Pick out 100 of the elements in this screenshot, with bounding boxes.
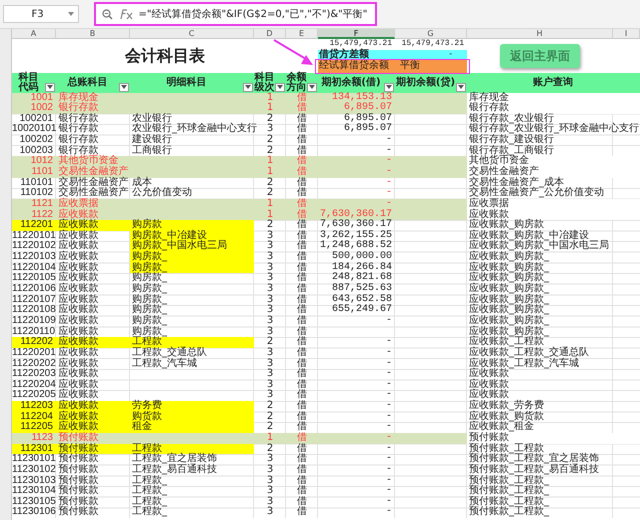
table-cell-text: 2	[266, 412, 274, 422]
table-cell: 11220109	[12, 316, 56, 327]
table-cell-text: 11220107	[12, 294, 56, 305]
table-cell-text: 7,630,360.17	[318, 210, 393, 220]
table-cell-text: 2	[266, 114, 274, 124]
table-cell: 应收票据	[467, 198, 640, 210]
table-cell-text: 购房款_	[131, 326, 168, 337]
column-header[interactable]: H	[467, 29, 613, 39]
table-cell-text: 1002	[30, 103, 54, 114]
table-cell: 经试算借贷余额	[318, 60, 395, 72]
table-cell: 平衡	[395, 60, 467, 72]
table-cell: 借贷方差额	[318, 50, 395, 60]
function-icon[interactable]	[118, 8, 134, 20]
table-cell-text: 3	[266, 326, 274, 337]
table-cell-text: 3	[266, 486, 274, 496]
table-cell-text: 应收账款	[58, 294, 100, 305]
table-cell-text: 应收账款	[58, 358, 100, 369]
table-cell: 112203	[12, 401, 56, 412]
zoom-icon[interactable]	[102, 8, 112, 20]
table-cell: 租金	[130, 422, 254, 434]
table-cell-text: 库存现金	[58, 92, 100, 102]
table-cell-text: 银行存款	[58, 103, 100, 114]
column-header[interactable]: F	[318, 29, 395, 39]
name-box[interactable]: F3	[2, 5, 78, 23]
table-cell-text: 应收账款	[58, 348, 100, 358]
table-cell: 112205	[12, 422, 56, 434]
table-cell-text: 11220102	[12, 241, 56, 252]
table-cell-text: 其他货币资金	[58, 156, 119, 166]
table-cell-text: 3	[266, 476, 274, 486]
table-cell-text: 6,895.07	[342, 114, 393, 124]
table-cell-text: 应收账款_购房款_	[468, 273, 550, 284]
table-cell-text: 应收账款	[58, 390, 100, 400]
table-cell-text: 3	[266, 241, 274, 252]
table-cell: 112201	[12, 220, 56, 231]
formula-field[interactable]: ="经试算借贷余额"&IF(G$2=0,"已","不")&"平衡"	[138, 6, 368, 22]
filter-button[interactable]	[119, 82, 129, 92]
table-cell-text: 银行存款_农业银行_环球金融中心支行	[468, 124, 640, 134]
table-cell-text: -	[384, 412, 393, 422]
table-cell-text: 公允价值变动	[131, 188, 193, 199]
column-header[interactable]: E	[286, 29, 318, 39]
table-cell-text: 借	[296, 476, 308, 486]
table-cell-text: 预付账款	[58, 454, 100, 464]
table-cell-text: 11220104	[12, 262, 56, 273]
table-cell-text: 3	[266, 358, 274, 369]
column-header[interactable]: C	[130, 29, 254, 39]
table-cell-text: 预付账款	[58, 476, 100, 486]
table-cell-text: 应收账款	[468, 369, 509, 380]
table-cell-text: -	[384, 464, 393, 476]
filter-button[interactable]	[45, 82, 55, 92]
table-cell-text: 应收账款	[58, 262, 100, 273]
table-cell-text: 应收账款_工程款	[468, 337, 544, 348]
filter-button[interactable]	[243, 82, 253, 92]
filter-button[interactable]	[384, 82, 394, 92]
column-header[interactable]: B	[56, 29, 130, 39]
table-cell-text: 3	[266, 284, 274, 294]
table-cell-text: 借	[296, 124, 308, 134]
table-cell-text: 借	[296, 358, 308, 369]
table-cell-text: 交易性金融资产	[58, 188, 130, 198]
table-cell-text: 应收账款_购房款_	[468, 284, 550, 294]
column-header[interactable]: D	[254, 29, 286, 39]
table-cell: 预付账款	[467, 433, 640, 444]
table-cell-text: 购房款_	[131, 294, 168, 305]
table-cell-text: 借	[296, 188, 308, 198]
table-cell-text: 2	[266, 135, 274, 146]
table-cell-text: 11220204	[12, 380, 56, 390]
table-cell-text: 预付账款	[58, 464, 100, 475]
table-cell-text: 3	[266, 305, 274, 316]
table-cell-text: 借	[296, 507, 308, 518]
table-cell-text: 11220205	[12, 390, 56, 401]
table-cell-text: 借	[296, 380, 308, 390]
table-cell-text: 借	[296, 390, 308, 400]
table-cell-text: 预付账款_工程款_	[468, 476, 550, 486]
table-cell-text: 应收账款_购房款_	[468, 294, 550, 305]
table-cell-text: -	[384, 358, 393, 370]
table-cell-text: 预付账款_工程款_	[468, 507, 550, 518]
table-cell-text: 应收账款_购房款	[468, 220, 544, 230]
table-cell-text: 应收账款	[58, 326, 100, 337]
table-cell-text: 3,262,155.25	[318, 230, 393, 241]
table-cell-text: 3	[266, 262, 274, 273]
column-heading: 期初余额(贷)	[395, 78, 456, 88]
table-cell-text: -	[384, 433, 393, 444]
filter-button[interactable]	[307, 82, 317, 92]
table-cell-text: 1	[266, 156, 274, 166]
filter-button[interactable]	[456, 82, 466, 92]
table-cell-text: 11230105	[12, 496, 56, 507]
filter-button[interactable]	[275, 82, 285, 92]
table-cell-text: 借	[296, 156, 308, 166]
table-cell-text: 应收账款	[58, 252, 100, 262]
table-cell: 购房款	[130, 220, 254, 231]
table-cell: 11230104	[12, 486, 56, 497]
column-header[interactable]: I	[613, 29, 640, 39]
table-cell-text: 134,153.13	[330, 92, 393, 102]
column-heading: 余额方向	[286, 72, 306, 92]
table-cell-text: 2	[266, 146, 274, 156]
table-cell: 11220106	[12, 284, 56, 295]
table-cell-text: 3	[266, 230, 274, 241]
column-header[interactable]: A	[12, 29, 56, 39]
column-header[interactable]: G	[395, 29, 467, 39]
table-cell: 购货款	[130, 412, 254, 422]
table-cell-text: 应收账款	[58, 305, 100, 316]
